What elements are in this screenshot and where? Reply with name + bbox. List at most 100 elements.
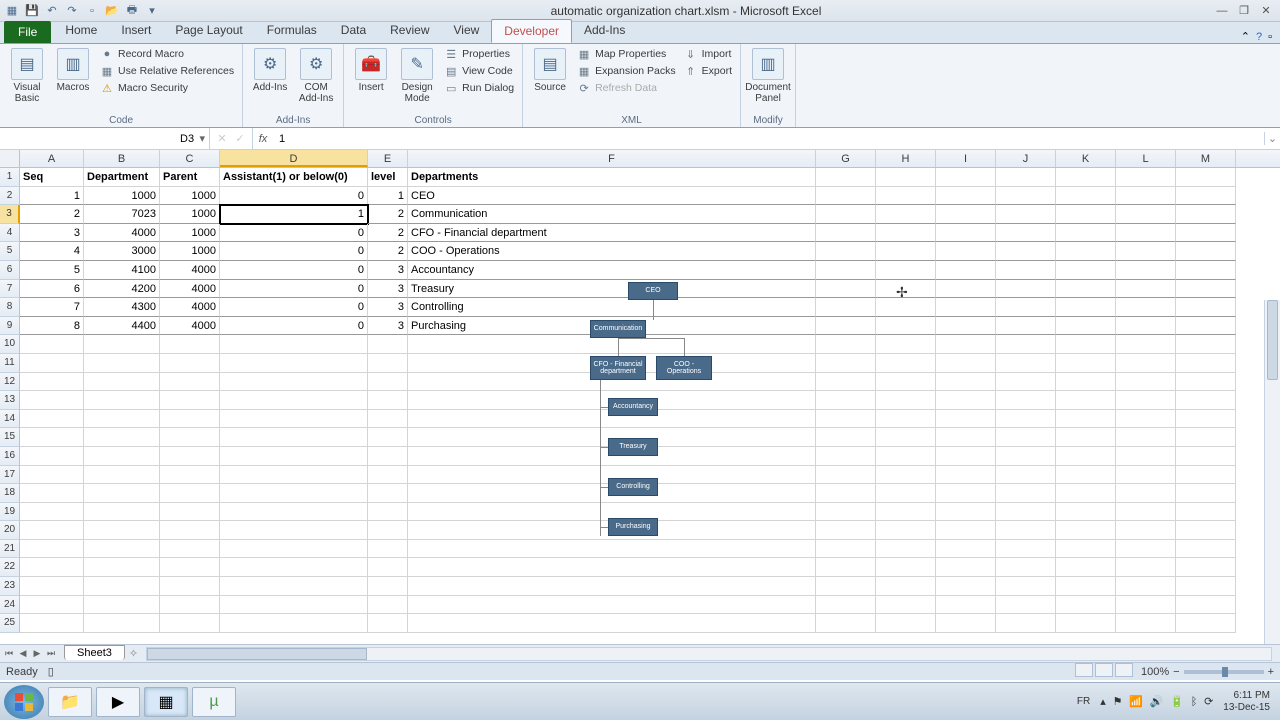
cell[interactable] <box>876 168 936 187</box>
cell[interactable] <box>84 521 160 540</box>
window-options-icon[interactable]: ▫ <box>1268 31 1272 43</box>
cell[interactable] <box>936 280 996 299</box>
fx-icon[interactable]: fx <box>253 133 273 145</box>
cell[interactable] <box>816 298 876 317</box>
hscroll-thumb[interactable] <box>147 648 367 660</box>
row-header[interactable]: 12 <box>0 373 20 392</box>
cell[interactable] <box>1116 484 1176 503</box>
cell[interactable] <box>996 484 1056 503</box>
cell[interactable]: 3 <box>368 298 408 317</box>
cell[interactable] <box>160 577 220 596</box>
sheet-nav-last-icon[interactable]: ⏭ <box>44 648 58 659</box>
import-button[interactable]: ⇓Import <box>682 46 734 62</box>
col-header-F[interactable]: F <box>408 150 816 167</box>
cell[interactable]: 0 <box>220 242 368 261</box>
vertical-scrollbar[interactable] <box>1264 300 1280 644</box>
name-box-dropdown-icon[interactable]: ▾ <box>195 132 209 145</box>
open-icon[interactable]: 📂 <box>104 3 120 19</box>
cell[interactable] <box>996 373 1056 392</box>
tray-flag-icon[interactable]: ⚑ <box>1113 696 1123 708</box>
cell[interactable] <box>996 205 1056 224</box>
taskbar-explorer-button[interactable]: 📁 <box>48 687 92 717</box>
source-button[interactable]: ▤ Source <box>529 46 571 93</box>
taskbar-utorrent-button[interactable]: µ <box>192 687 236 717</box>
cell[interactable] <box>20 540 84 559</box>
ribbon-tab-developer[interactable]: Developer <box>491 19 572 43</box>
cell[interactable] <box>1056 224 1116 243</box>
cell[interactable] <box>160 447 220 466</box>
ribbon-tab-review[interactable]: Review <box>378 19 441 43</box>
cell[interactable] <box>1116 187 1176 206</box>
cell[interactable] <box>876 261 936 280</box>
cell[interactable] <box>936 224 996 243</box>
cell[interactable] <box>220 335 368 354</box>
cell[interactable] <box>1056 261 1116 280</box>
cell[interactable] <box>816 521 876 540</box>
row-header[interactable]: 25 <box>0 614 20 633</box>
cell[interactable] <box>996 391 1056 410</box>
cell[interactable] <box>996 428 1056 447</box>
cell[interactable] <box>84 484 160 503</box>
run-dialog-button[interactable]: ▭Run Dialog <box>442 80 516 96</box>
cell[interactable] <box>996 540 1056 559</box>
cell[interactable]: 4000 <box>160 298 220 317</box>
properties-button[interactable]: ☰Properties <box>442 46 516 62</box>
cell[interactable] <box>368 521 408 540</box>
cell[interactable]: 4000 <box>160 280 220 299</box>
cell[interactable] <box>160 428 220 447</box>
cell[interactable] <box>368 558 408 577</box>
cell[interactable] <box>816 373 876 392</box>
new-icon[interactable]: ▫ <box>84 3 100 19</box>
cell[interactable] <box>220 503 368 522</box>
cell[interactable] <box>816 447 876 466</box>
cell[interactable] <box>816 168 876 187</box>
cell[interactable]: 2 <box>20 205 84 224</box>
cell[interactable] <box>1116 391 1176 410</box>
cell[interactable] <box>876 410 936 429</box>
cell[interactable] <box>936 521 996 540</box>
cancel-formula-icon[interactable]: ✕ <box>214 132 230 145</box>
cell[interactable] <box>20 521 84 540</box>
cell[interactable] <box>876 335 936 354</box>
page-layout-view-button[interactable] <box>1095 663 1113 677</box>
row-header[interactable]: 13 <box>0 391 20 410</box>
cell[interactable] <box>368 484 408 503</box>
cell[interactable]: 6 <box>20 280 84 299</box>
row-header[interactable]: 19 <box>0 503 20 522</box>
cell[interactable] <box>408 596 816 615</box>
cell[interactable] <box>368 391 408 410</box>
cell[interactable] <box>1176 577 1236 596</box>
cell[interactable] <box>936 298 996 317</box>
cell[interactable] <box>1176 187 1236 206</box>
cell[interactable]: 3 <box>368 317 408 336</box>
cell[interactable] <box>1116 242 1176 261</box>
cell[interactable] <box>160 373 220 392</box>
cell[interactable] <box>20 577 84 596</box>
cell[interactable] <box>876 577 936 596</box>
cell[interactable] <box>1116 540 1176 559</box>
cell[interactable] <box>220 391 368 410</box>
cell[interactable] <box>1176 280 1236 299</box>
cell[interactable] <box>936 447 996 466</box>
qat-dropdown-icon[interactable]: ▾ <box>144 3 160 19</box>
col-header-H[interactable]: H <box>876 150 936 167</box>
cell[interactable] <box>816 187 876 206</box>
row-header[interactable]: 4 <box>0 224 20 243</box>
cell[interactable] <box>1176 503 1236 522</box>
cell[interactable]: 2 <box>368 205 408 224</box>
formula-input[interactable]: 1 <box>273 133 1264 145</box>
cell[interactable] <box>160 354 220 373</box>
cell[interactable]: 1 <box>220 205 368 224</box>
org-box[interactable]: Controlling <box>608 478 658 496</box>
cell[interactable] <box>936 373 996 392</box>
horizontal-scrollbar[interactable] <box>146 647 1272 661</box>
cell[interactable] <box>84 558 160 577</box>
cell[interactable] <box>996 335 1056 354</box>
cell[interactable] <box>996 503 1056 522</box>
cell[interactable] <box>876 428 936 447</box>
cell[interactable] <box>876 224 936 243</box>
cell[interactable] <box>20 335 84 354</box>
cell[interactable]: 4 <box>20 242 84 261</box>
document-panel-button[interactable]: ▥ Document Panel <box>747 46 789 104</box>
cell[interactable]: 7023 <box>84 205 160 224</box>
